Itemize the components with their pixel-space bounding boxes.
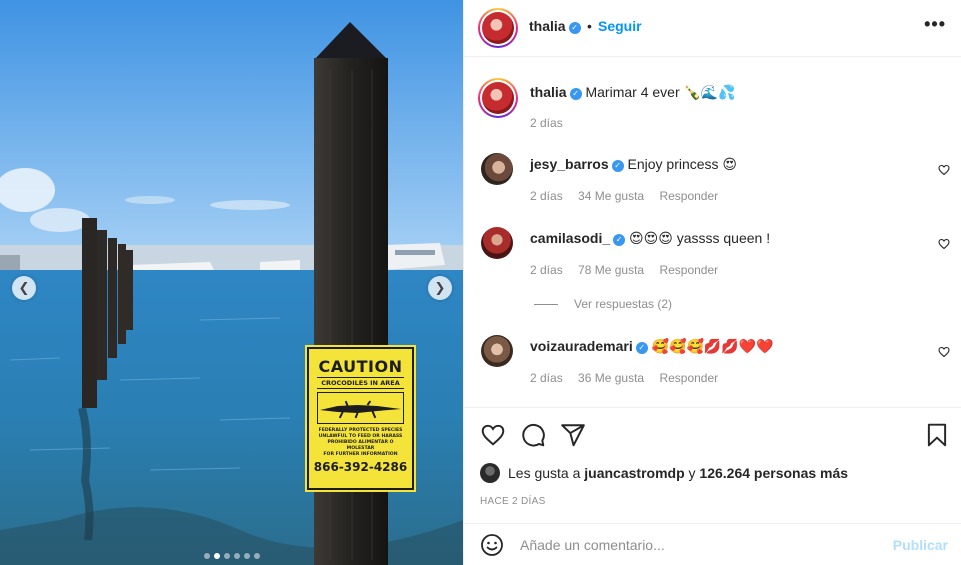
carousel-prev-button[interactable]: ❮ <box>12 276 36 300</box>
carousel-dot <box>223 553 230 559</box>
carousel-dot <box>253 553 260 559</box>
author-avatar[interactable] <box>478 8 518 48</box>
comment-body: 🥰🥰🥰💋💋❤️❤️ <box>651 338 774 354</box>
comment-text: camilasodi_ ✓ 😍😍😍 yassss queen ! <box>530 230 770 247</box>
carousel-dot <box>203 553 210 559</box>
more-options-icon[interactable]: ••• <box>924 14 946 35</box>
post-timestamp: HACE 2 DÍAS <box>480 496 546 507</box>
caption-text: thalia ✓ Marimar 4 ever 🍾🌊💦 <box>530 84 736 101</box>
sign-title: CAUTION <box>318 357 403 376</box>
sign-line: FOR FURTHER INFORMATION <box>323 452 398 457</box>
comment-text: jesy_barros ✓ Enjoy princess 😍 <box>530 156 737 173</box>
comment-username[interactable]: camilasodi_ <box>530 230 610 246</box>
caption-body: Marimar 4 ever 🍾🌊💦 <box>585 84 736 100</box>
carousel-dot <box>233 553 240 559</box>
comment-item: camilasodi_ ✓ 😍😍😍 yassss queen ! 2 días 7… <box>464 227 961 287</box>
comment-username[interactable]: jesy_barros <box>530 156 609 172</box>
chevron-left-icon: ❮ <box>18 280 30 295</box>
follow-button[interactable]: Seguir <box>598 18 642 34</box>
publish-button[interactable]: Publicar <box>893 537 948 553</box>
likes-prefix: Les gusta a <box>508 465 581 481</box>
comment-likes-link[interactable]: 36 Me gusta <box>578 371 644 385</box>
caption-meta: 2 días <box>530 116 575 130</box>
carousel-indicator <box>0 553 463 559</box>
carousel-dot <box>213 553 220 559</box>
crocodile-icon <box>317 392 404 424</box>
comment-item: jesy_barros ✓ Enjoy princess 😍 2 días 34 … <box>464 153 961 213</box>
comment-item: voizaurademari ✓ 🥰🥰🥰💋💋❤️❤️ 2 días 36 Me g… <box>464 335 961 395</box>
post-photo: CAUTION CROCODILES IN AREA FEDERALLY PRO… <box>0 0 463 565</box>
sign-subtitle: CROCODILES IN AREA <box>317 377 404 389</box>
liker-username[interactable]: juancastromdp <box>584 465 684 481</box>
separator-dot: • <box>587 18 592 34</box>
replies-divider <box>534 303 558 305</box>
add-comment-bar: Publicar <box>464 523 961 565</box>
verified-icon: ✓ <box>569 88 582 100</box>
likes-count[interactable]: 126.264 personas más <box>699 465 848 481</box>
like-comment-icon[interactable] <box>938 238 950 250</box>
emoji-icon[interactable] <box>480 533 504 557</box>
view-replies-label[interactable]: Ver respuestas (2) <box>574 297 672 311</box>
verified-icon: ✓ <box>611 160 624 172</box>
like-comment-icon[interactable] <box>938 346 950 358</box>
comment-username[interactable]: voizaurademari <box>530 338 633 354</box>
liker-avatar[interactable] <box>480 463 500 483</box>
comment-likes-link[interactable]: 34 Me gusta <box>578 189 644 203</box>
sign-phone: 866-392-4286 <box>313 460 408 474</box>
post-actions: Les gusta a juancastromdp y 126.264 pers… <box>464 407 961 565</box>
commenter-avatar[interactable] <box>481 335 513 367</box>
verified-icon: ✓ <box>635 342 648 354</box>
likes-summary: Les gusta a juancastromdp y 126.264 pers… <box>480 463 848 483</box>
caution-sign: CAUTION CROCODILES IN AREA FEDERALLY PRO… <box>305 345 416 492</box>
comment-likes-link[interactable]: 78 Me gusta <box>578 263 644 277</box>
post-header: thalia ✓ • Seguir ••• <box>464 0 961 57</box>
carousel-next-button[interactable]: ❯ <box>428 276 452 300</box>
caption-time: 2 días <box>530 116 563 130</box>
post-panel: thalia ✓ • Seguir ••• thalia ✓ Marimar 4 e… <box>463 0 961 565</box>
like-comment-icon[interactable] <box>938 164 950 176</box>
bookmark-icon[interactable] <box>924 422 950 448</box>
reply-button[interactable]: Responder <box>659 263 718 277</box>
sign-line: PROHIBIDO ALIMENTAR O MOLESTAR <box>327 440 394 451</box>
caption-username[interactable]: thalia <box>530 84 567 100</box>
comment-body: Enjoy princess 😍 <box>627 156 738 172</box>
comment-time: 2 días <box>530 263 563 277</box>
commenter-avatar[interactable] <box>481 153 513 185</box>
reply-button[interactable]: Responder <box>659 371 718 385</box>
verified-icon: ✓ <box>613 234 626 246</box>
chevron-right-icon: ❯ <box>434 280 446 295</box>
comment-body: 😍😍😍 yassss queen ! <box>629 230 771 246</box>
view-replies-button[interactable]: Ver respuestas (2) <box>534 297 672 311</box>
heart-icon[interactable] <box>480 422 506 448</box>
caption-avatar[interactable] <box>478 78 518 118</box>
comment-meta: 2 días 36 Me gusta Responder <box>530 371 730 385</box>
commenter-avatar[interactable] <box>481 227 513 259</box>
likes-connector: y <box>688 465 696 481</box>
carousel-dot <box>243 553 250 559</box>
share-icon[interactable] <box>560 422 586 448</box>
verified-icon: ✓ <box>568 22 581 34</box>
comment-text: voizaurademari ✓ 🥰🥰🥰💋💋❤️❤️ <box>530 338 774 355</box>
author-username-text[interactable]: thalia <box>529 18 566 34</box>
comment-input[interactable] <box>520 534 880 556</box>
reply-button[interactable]: Responder <box>659 189 718 203</box>
author-username[interactable]: thalia ✓ <box>529 18 581 34</box>
caption: thalia ✓ Marimar 4 ever 🍾🌊💦 2 días <box>464 76 961 136</box>
comment-meta: 2 días 34 Me gusta Responder <box>530 189 730 203</box>
comment-meta: 2 días 78 Me gusta Responder <box>530 263 730 277</box>
comment-icon[interactable] <box>520 422 546 448</box>
comment-time: 2 días <box>530 371 563 385</box>
comment-time: 2 días <box>530 189 563 203</box>
